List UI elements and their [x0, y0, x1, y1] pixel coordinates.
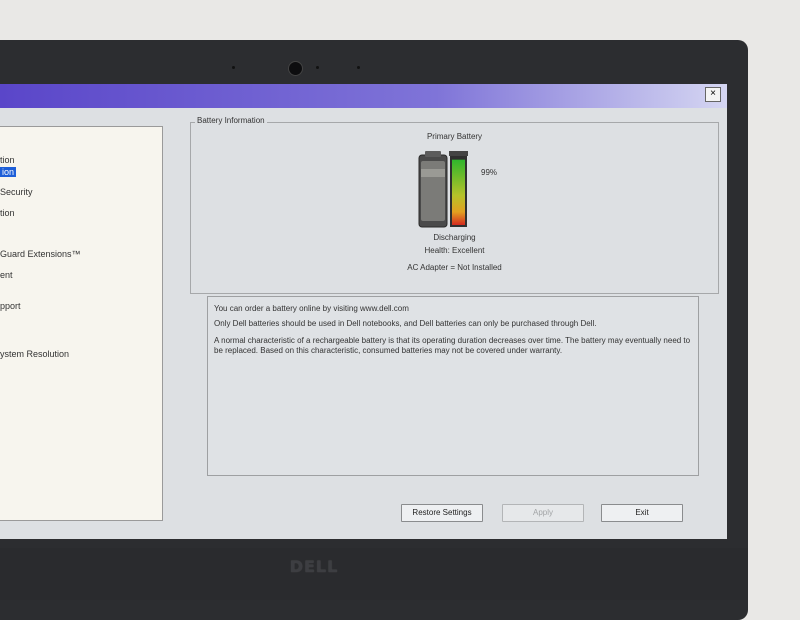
sensor-dot — [357, 66, 360, 69]
primary-battery-label: Primary Battery — [426, 132, 483, 141]
ac-adapter-status: AC Adapter = Not Installed — [407, 263, 502, 272]
nav-item-system-resolution[interactable]: ystem Resolution — [0, 349, 69, 359]
bios-screen: × tion ion Security tion Guard Extension… — [0, 84, 727, 539]
battery-info-textbox: You can order a battery online by visiti… — [207, 296, 699, 476]
apply-button[interactable]: Apply — [502, 504, 584, 522]
info-text-order: You can order a battery online by visiti… — [214, 304, 409, 313]
nav-item[interactable]: tion — [0, 208, 15, 218]
laptop-chin — [0, 548, 748, 600]
settings-nav-panel: tion ion Security tion Guard Extensions™… — [0, 126, 163, 521]
discharge-status: Discharging — [433, 233, 476, 242]
battery-information-group: Battery Information Primary Battery 99% … — [190, 116, 719, 294]
nav-item[interactable]: ent — [0, 270, 13, 280]
health-status: Health: Excellent — [424, 246, 485, 255]
nav-item-security[interactable]: Security — [0, 187, 33, 197]
exit-button[interactable]: Exit — [601, 504, 683, 522]
restore-settings-button[interactable]: Restore Settings — [401, 504, 483, 522]
webcam-icon — [288, 61, 303, 76]
nav-item-support[interactable]: pport — [0, 301, 21, 311]
battery-percent: 99% — [481, 168, 498, 177]
dell-logo: DELL — [289, 557, 339, 576]
info-text-dell-only: Only Dell batteries should be used in De… — [214, 319, 597, 328]
group-legend: Battery Information — [195, 116, 267, 125]
info-text-warranty: A normal characteristic of a rechargeabl… — [214, 336, 691, 355]
battery-icon — [418, 151, 468, 228]
window-title-bar: × — [0, 84, 727, 108]
nav-item[interactable]: tion — [0, 155, 15, 165]
sensor-dot — [316, 66, 319, 69]
battery-fill-level — [452, 159, 465, 225]
sensor-dot — [232, 66, 235, 69]
nav-item-selected[interactable]: ion — [0, 167, 17, 177]
close-button[interactable]: × — [705, 87, 721, 102]
nav-item-guard-extensions[interactable]: Guard Extensions™ — [0, 249, 81, 259]
